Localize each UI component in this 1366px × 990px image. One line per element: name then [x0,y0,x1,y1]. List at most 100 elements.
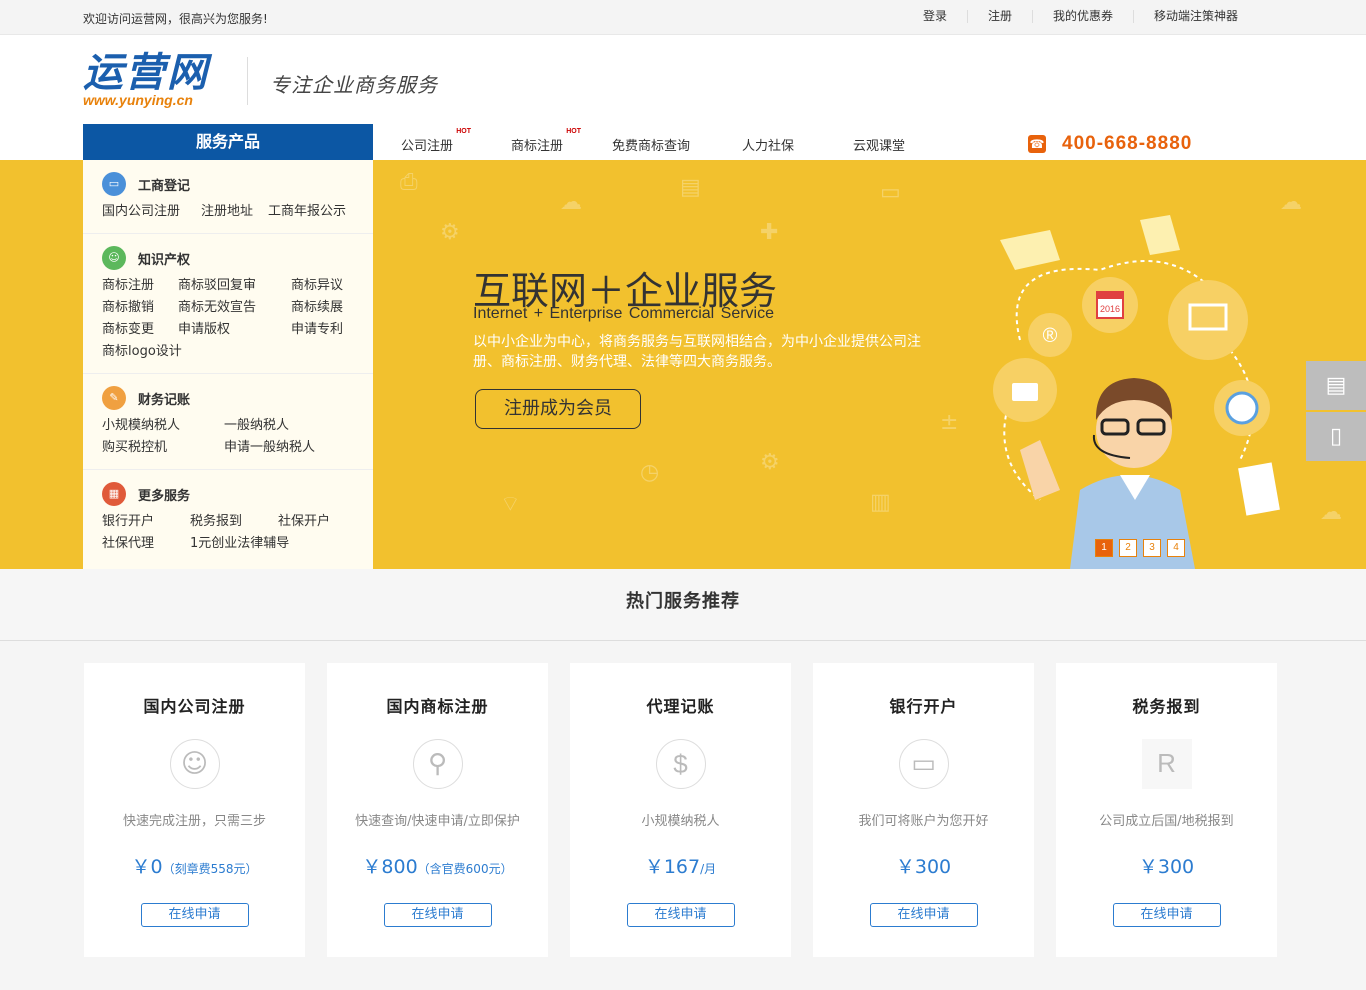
search-icon: ⚲ [412,739,463,789]
document-icon: ▤ [1325,373,1347,398]
menu-link[interactable]: 商标撤销 [102,297,178,319]
nav-free-trademark-search[interactable]: 免费商标查询 [612,135,690,154]
banner-dot-1[interactable]: 1 [1095,539,1113,557]
apply-online-button[interactable]: 在线申请 [869,903,978,927]
clock-icon: ◷ [640,460,660,485]
service-card: 国内公司注册 ☺ 快速完成注册，只需三步 ￥0（刻章费558元） 在线申请 [84,663,305,957]
person-icon: ☺ [102,246,126,270]
document-float-button[interactable]: ▤ [1306,361,1366,410]
menu-link[interactable]: 商标驳回复审 [178,275,291,297]
nav-trademark-registration[interactable]: 商标注册 HOT [511,128,581,154]
menu-link[interactable]: 申请版权 [178,319,291,341]
phone-icon: ☎ [1028,135,1046,153]
login-link[interactable]: 登录 [903,10,967,23]
edit-icon: ✎ [102,386,126,410]
menu-link[interactable]: 银行开户 [102,511,190,533]
mobile-phone-icon: ▯ [1329,424,1343,449]
hotline: ☎ 400-668-8880 [1028,133,1192,155]
nav-cloud-classroom[interactable]: 云观课堂 [853,135,905,154]
hot-badge: HOT [456,128,472,135]
calculator-icon: ± [940,410,959,435]
cloud-icon: ☁ [1280,190,1302,215]
menu-group-intellectual-property: ☺ 知识产权 商标注册 商标驳回复审 商标异议 商标撤销 商标无效宣告 商标续展… [83,234,373,374]
service-card: 银行开户 ▭ 我们可将账户为您开好 ￥300 在线申请 [813,663,1034,957]
menu-link[interactable]: 商标异议 [291,275,371,297]
menu-link[interactable]: 1元创业法律辅导 [190,533,368,555]
header: 运营网 www.yunying.cn 专注企业商务服务 [0,35,1366,124]
menu-link[interactable]: 申请专利 [291,319,371,341]
banner-dot-3[interactable]: 3 [1143,539,1161,557]
dollar-icon: $ [655,739,706,789]
menu-link[interactable]: 商标注册 [102,275,178,297]
menu-link[interactable]: 国内公司注册 [102,201,201,223]
top-links: 登录 注册 我的优惠券 移动端注策神器 [903,10,1238,23]
menu-link[interactable]: 商标续展 [291,297,371,319]
mobile-app-link[interactable]: 移动端注策神器 [1132,10,1238,23]
banner-description: 以中小企业为中心，将商务服务与互联网相结合，为中小企业提供公司注册、商标注册、财… [473,334,921,370]
menu-link[interactable]: 一般纳税人 [224,415,354,437]
menu-link[interactable]: 商标变更 [102,319,178,341]
my-coupons-link[interactable]: 我的优惠券 [1031,10,1133,23]
banner-dot-4[interactable]: 4 [1167,539,1185,557]
register-link[interactable]: 注册 [966,10,1032,23]
hot-badge: HOT [566,128,582,135]
logo[interactable]: 运营网 www.yunying.cn [83,51,233,111]
menu-link[interactable]: 商标无效宣告 [178,297,291,319]
menu-link[interactable]: 小规模纳税人 [102,415,224,437]
menu-link[interactable]: 社保开户 [278,511,368,533]
service-cards: 国内公司注册 ☺ 快速完成注册，只需三步 ￥0（刻章费558元） 在线申请 国内… [84,663,1284,957]
menu-link[interactable]: 税务报到 [190,511,278,533]
price: ￥167/月 [644,856,717,878]
service-card: 国内商标注册 ⚲ 快速查询/快速申请/立即保护 ￥800（含官费600元） 在线… [327,663,548,957]
price: ￥0（刻章费558元） [131,856,258,878]
top-bar: 欢迎访问运营网，很高兴为您服务! 登录 注册 我的优惠券 移动端注策神器 [0,0,1366,35]
banner-dot-2[interactable]: 2 [1119,539,1137,557]
wifi-icon: ⌔ [500,492,521,517]
service-category-title[interactable]: 服务产品 [83,124,373,160]
user-icon: ☺ [169,739,220,789]
welcome-text: 欢迎访问运营网，很高兴为您服务! [83,12,268,26]
customer-service-illustration: 2016 ® [993,215,1280,569]
apply-online-button[interactable]: 在线申请 [1112,903,1221,927]
price: ￥300 [1138,856,1195,878]
grid-icon: ▦ [102,482,126,506]
price: ￥300 [895,856,952,878]
monitor-icon: ▭ [898,739,949,789]
menu-link[interactable]: 注册地址 [201,201,268,223]
banner-pagination: 1 2 3 4 [1095,539,1191,557]
nav-hr-social-security[interactable]: 人力社保 [742,135,794,154]
document-icon: ▤ [680,175,701,200]
server-icon: ▥ [870,490,891,515]
menu-link[interactable]: 商标logo设计 [102,341,182,363]
monitor-icon: ▭ [880,180,901,205]
register-member-button[interactable]: 注册成为会员 [475,389,641,429]
nav-company-registration[interactable]: 公司注册 HOT [401,128,471,154]
menu-link[interactable]: 社保代理 [102,533,190,555]
banner-subtitle-en: Internet + Enterprise Commercial Service [473,305,774,322]
slogan: 专注企业商务服务 [270,73,438,97]
service-card: 税务报到 R 公司成立后国/地税报到 ￥300 在线申请 [1056,663,1277,957]
mobile-float-button[interactable]: ▯ [1306,412,1366,461]
price: ￥800（含官费600元） [362,856,513,878]
apply-online-button[interactable]: 在线申请 [626,903,735,927]
hot-services-header: 热门服务推荐 [0,569,1366,641]
registered-icon: R [1141,739,1192,789]
cloud-icon: ☁ [560,190,582,215]
registered-icon: ® [1043,325,1058,347]
gamepad-icon: ✚ [760,220,779,245]
phone-number: 400-668-8880 [1062,133,1193,154]
apply-online-button[interactable]: 在线申请 [383,903,492,927]
calendar-year-text: 2016 [1100,304,1120,314]
apply-online-button[interactable]: 在线申请 [140,903,249,927]
menu-link[interactable]: 购买税控机 [102,437,224,459]
gear-icon: ⚙ [760,450,780,475]
service-side-menu: ▭ 工商登记 国内公司注册 注册地址 工商年报公示 ☺ 知识产权 商标注册 商标… [83,160,373,569]
monitor-icon: ▭ [102,172,126,196]
main-nav: 服务产品 公司注册 HOT 商标注册 HOT 免费商标查询 人力社保 云观课堂 … [0,124,1366,160]
menu-link[interactable]: 申请一般纳税人 [224,437,354,459]
service-card: 代理记账 $ 小规模纳税人 ￥167/月 在线申请 [570,663,791,957]
menu-group-more-services: ▦ 更多服务 银行开户 税务报到 社保开户 社保代理 1元创业法律辅导 [83,470,373,565]
cloud-icon: ☁ [1320,500,1342,525]
section-title: 热门服务推荐 [626,591,740,612]
menu-link[interactable]: 工商年报公示 [268,201,368,223]
